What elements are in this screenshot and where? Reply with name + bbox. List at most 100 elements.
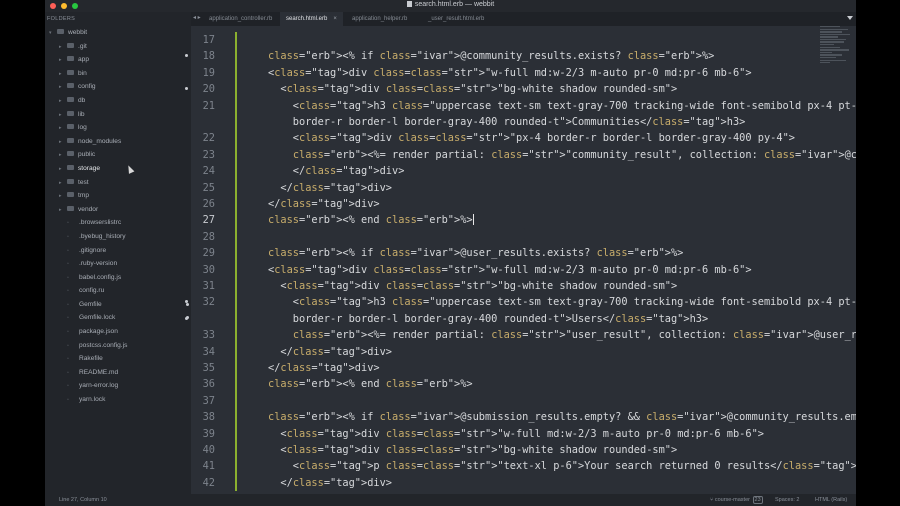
tab-search-html-erb[interactable]: search.html.erb × [280,12,343,26]
line-number: 39 [202,427,215,440]
folder-icon [67,151,74,157]
file-icon: ▫ [67,288,69,295]
tree-item-label: Gemfile.lock [79,314,116,322]
git-modified-marker [235,392,237,410]
folder-item[interactable]: ▸ test [45,176,191,190]
minimap[interactable] [820,26,854,66]
folder-item[interactable]: ▸ app [45,53,191,67]
file-icon: ▫ [67,301,69,308]
line-number: 27 [202,214,215,227]
tab-label: _user_result.html.erb [428,16,485,22]
folder-item[interactable]: ▸ vendor [45,203,191,217]
file-icon: ▫ [67,274,69,281]
code-text: <class="tag">div class=class="str">"bg-w… [268,83,678,96]
file-icon: ▫ [67,329,69,336]
file-item[interactable]: ▫ .byebug_history [45,230,191,244]
tab-nav-arrows[interactable]: ◂ ▸ [193,14,201,21]
file-item[interactable]: ▫ README.md [45,366,191,380]
git-modified-marker [235,245,237,262]
chevron-right-icon: ▸ [59,179,62,186]
folder-item[interactable]: ▸ db [45,94,191,108]
folder-item[interactable]: ▸ node_modules [45,135,191,149]
git-modified-marker [235,163,237,180]
tab-list-dropdown-icon[interactable] [847,16,853,20]
chevron-right-icon: ▸ [59,193,62,200]
folder-item[interactable]: ▸ tmp [45,189,191,203]
folder-item[interactable]: ▸ bin [45,67,191,81]
chevron-right-icon: ▸ [59,138,62,145]
line-number: 20 [202,83,215,96]
root-folder[interactable]: ▾ webbit [45,26,191,40]
code-editor[interactable]: 17 18 class="erb"><% if class="ivar">@comm… [185,26,856,493]
line-number: 17 [202,34,215,46]
git-branch[interactable]: ⑂ course-master 23 [710,496,763,504]
file-item[interactable]: ▫ Gemfile.lock [45,311,191,325]
file-item[interactable]: ▫ .ruby-version [45,257,191,271]
syntax-mode[interactable]: HTML (Rails) [815,497,847,503]
folder-item[interactable]: ▸ lib [45,108,191,122]
tree-item-label: test [78,178,89,186]
line-number: 31 [202,280,215,292]
code-text: </class="tag">div> [268,362,380,374]
code-text: <class="tag">div class=class="str">"px-4… [268,132,795,145]
branch-name: course-master [714,497,750,503]
folder-item[interactable]: ▸ storage [45,162,191,176]
line-number: 35 [202,362,215,374]
code-text: <class="tag">div class=class="str">"w-fu… [268,427,764,440]
code-text: </class="tag">div> [268,181,393,194]
tree-item-label: vendor [78,205,99,213]
close-tab-icon[interactable]: × [333,16,337,22]
file-item[interactable]: ▫ yarn.lock [45,393,191,407]
file-item[interactable]: ▫ .gitignore [45,244,191,258]
file-icon [406,1,412,7]
folder-item[interactable]: ▸ .git [45,40,191,54]
tree-item-label: config.ru [79,287,105,295]
file-item[interactable]: ▫ babel.config.js [45,271,191,285]
file-icon: ▫ [67,261,69,268]
tree-item-label: .ruby-version [79,260,118,268]
editor-window: search.html.erb — webbit FOLDERS ▾ webbit… [45,0,856,506]
line-number: 42 [202,476,215,489]
git-modified-marker [235,343,237,360]
folder-icon [67,164,74,170]
tree-item-label: lib [78,110,85,118]
window-title: search.html.erb — webbit [45,1,856,8]
tree-item-label: node_modules [78,137,122,145]
file-item[interactable]: ▫ yarn-error.log [45,379,191,393]
file-item[interactable]: ▫ config.ru [45,284,191,298]
tree-item-label: app [78,56,90,64]
tree-item-label: tmp [78,192,89,200]
tab-application-helper[interactable]: application_helper.rb [346,12,413,26]
code-text: class="erb"><% if class="ivar">@communit… [268,50,715,63]
line-number: 26 [202,198,215,210]
file-icon: ▫ [67,356,69,363]
code-text: <class="tag">div class=class="str">"w-fu… [268,263,752,276]
tab-application-controller[interactable]: application_controller.rb [203,12,278,26]
tab-label: search.html.erb [286,16,328,22]
file-icon: ▫ [67,383,69,390]
folder-item[interactable]: ▸ public [45,148,191,162]
line-number: 22 [202,132,215,145]
cursor-position[interactable]: Line 27, Column 10 [59,497,107,503]
file-item[interactable]: ▫ postcss.config.js [45,339,191,353]
line-number: 28 [202,230,215,243]
folder-item[interactable]: ▸ log [45,121,191,135]
indentation-setting[interactable]: Spaces: 2 [775,497,799,503]
file-item[interactable]: ▫ .browserslistrc [45,216,191,230]
folder-icon [67,205,74,211]
code-text: border-r border-l border-gray-400 rounde… [268,312,709,325]
file-icon: ▫ [67,247,69,254]
tab-bar: ◂ ▸ application_controller.rb search.htm… [191,12,856,26]
file-item[interactable]: ▫ Rakefile [45,352,191,366]
folder-icon [67,83,74,89]
tree-item-label: public [78,151,96,159]
tree-item-label: babel.config.js [79,273,122,281]
file-item[interactable]: ▫ Gemfile [45,298,191,312]
folder-item[interactable]: ▸ config [45,80,191,94]
code-text: </class="tag">div> [268,345,393,358]
sidebar-header: FOLDERS [47,16,76,22]
file-item[interactable]: ▫ package.json [45,325,191,339]
folder-icon [57,29,64,34]
chevron-right-icon: ▸ [59,152,62,159]
tab-user-result[interactable]: _user_result.html.erb [422,12,490,26]
